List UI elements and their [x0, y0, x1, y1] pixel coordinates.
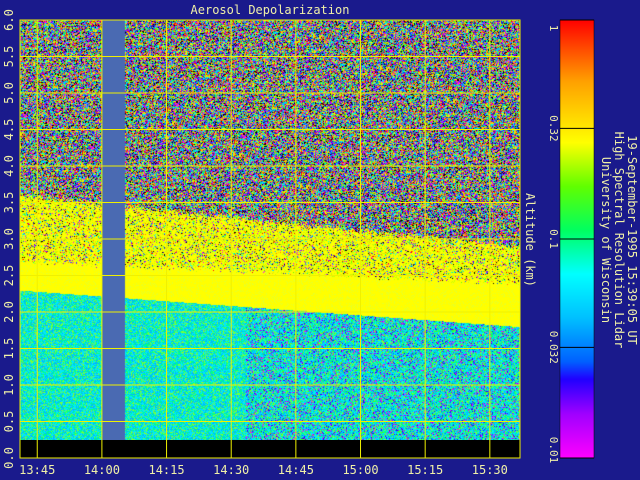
- y-tick-label: 2.5: [2, 265, 16, 287]
- y-tick-label: 1.5: [2, 338, 16, 360]
- x-tick-label: 15:30: [472, 463, 508, 477]
- x-tick-label: 13:45: [19, 463, 55, 477]
- colorbar-tick-label: 1: [547, 25, 560, 32]
- x-tick-label: 14:30: [213, 463, 249, 477]
- y-tick-label: 1.0: [2, 374, 16, 396]
- y-tick-label: 5.5: [2, 46, 16, 68]
- y-tick-label: 5.0: [2, 82, 16, 104]
- ground-strip: [20, 440, 520, 458]
- x-tick-label: 14:15: [148, 463, 184, 477]
- y-tick-label: 3.5: [2, 192, 16, 214]
- x-tick-label: 15:00: [342, 463, 378, 477]
- y-tick-label: 4.5: [2, 119, 16, 141]
- chart-title: Aerosol Depolarization: [191, 3, 350, 17]
- heatmap-image: [20, 20, 520, 440]
- caption-line-1: University of Wisconsin: [599, 157, 613, 323]
- y-tick-label: 0.5: [2, 411, 16, 433]
- colorbar-tick-label: 0.032: [547, 331, 560, 364]
- y-tick-label: 3.0: [2, 228, 16, 250]
- y-tick-label: 6.0: [2, 9, 16, 31]
- y-tick-label: 0.0: [2, 447, 16, 469]
- x-tick-labels: 13:45 14:00 14:15 14:30 14:45 15:00 15:15 15:30: [19, 463, 508, 477]
- caption-line-2: High Spectral Resolution Lidar: [612, 132, 626, 349]
- colorbar-tick-label: 0.32: [547, 115, 560, 142]
- colorbar-tick-label: 0.01: [547, 437, 560, 464]
- colorbar-tick-label: 0.1: [547, 229, 560, 249]
- caption-line-3: 19-September-1995 15:39:05 UT: [625, 135, 639, 345]
- y-axis-label: Altitude (km): [523, 193, 537, 287]
- y-tick-label: 2.0: [2, 301, 16, 323]
- x-tick-label: 14:45: [278, 463, 314, 477]
- y-tick-labels: 0.0 0.5 1.0 1.5 2.0 2.5 3.0 3.5 4.0 4.5 5.0 5.5 6.0: [2, 9, 16, 469]
- plot-area: [19, 19, 521, 459]
- x-tick-label: 14:00: [84, 463, 120, 477]
- x-tick-label: 15:15: [407, 463, 443, 477]
- y-tick-label: 4.0: [2, 155, 16, 177]
- lidar-figure: Aerosol Depolarization 0.0 0.5 1.0 1.5 2.0 2.…: [2, 3, 639, 477]
